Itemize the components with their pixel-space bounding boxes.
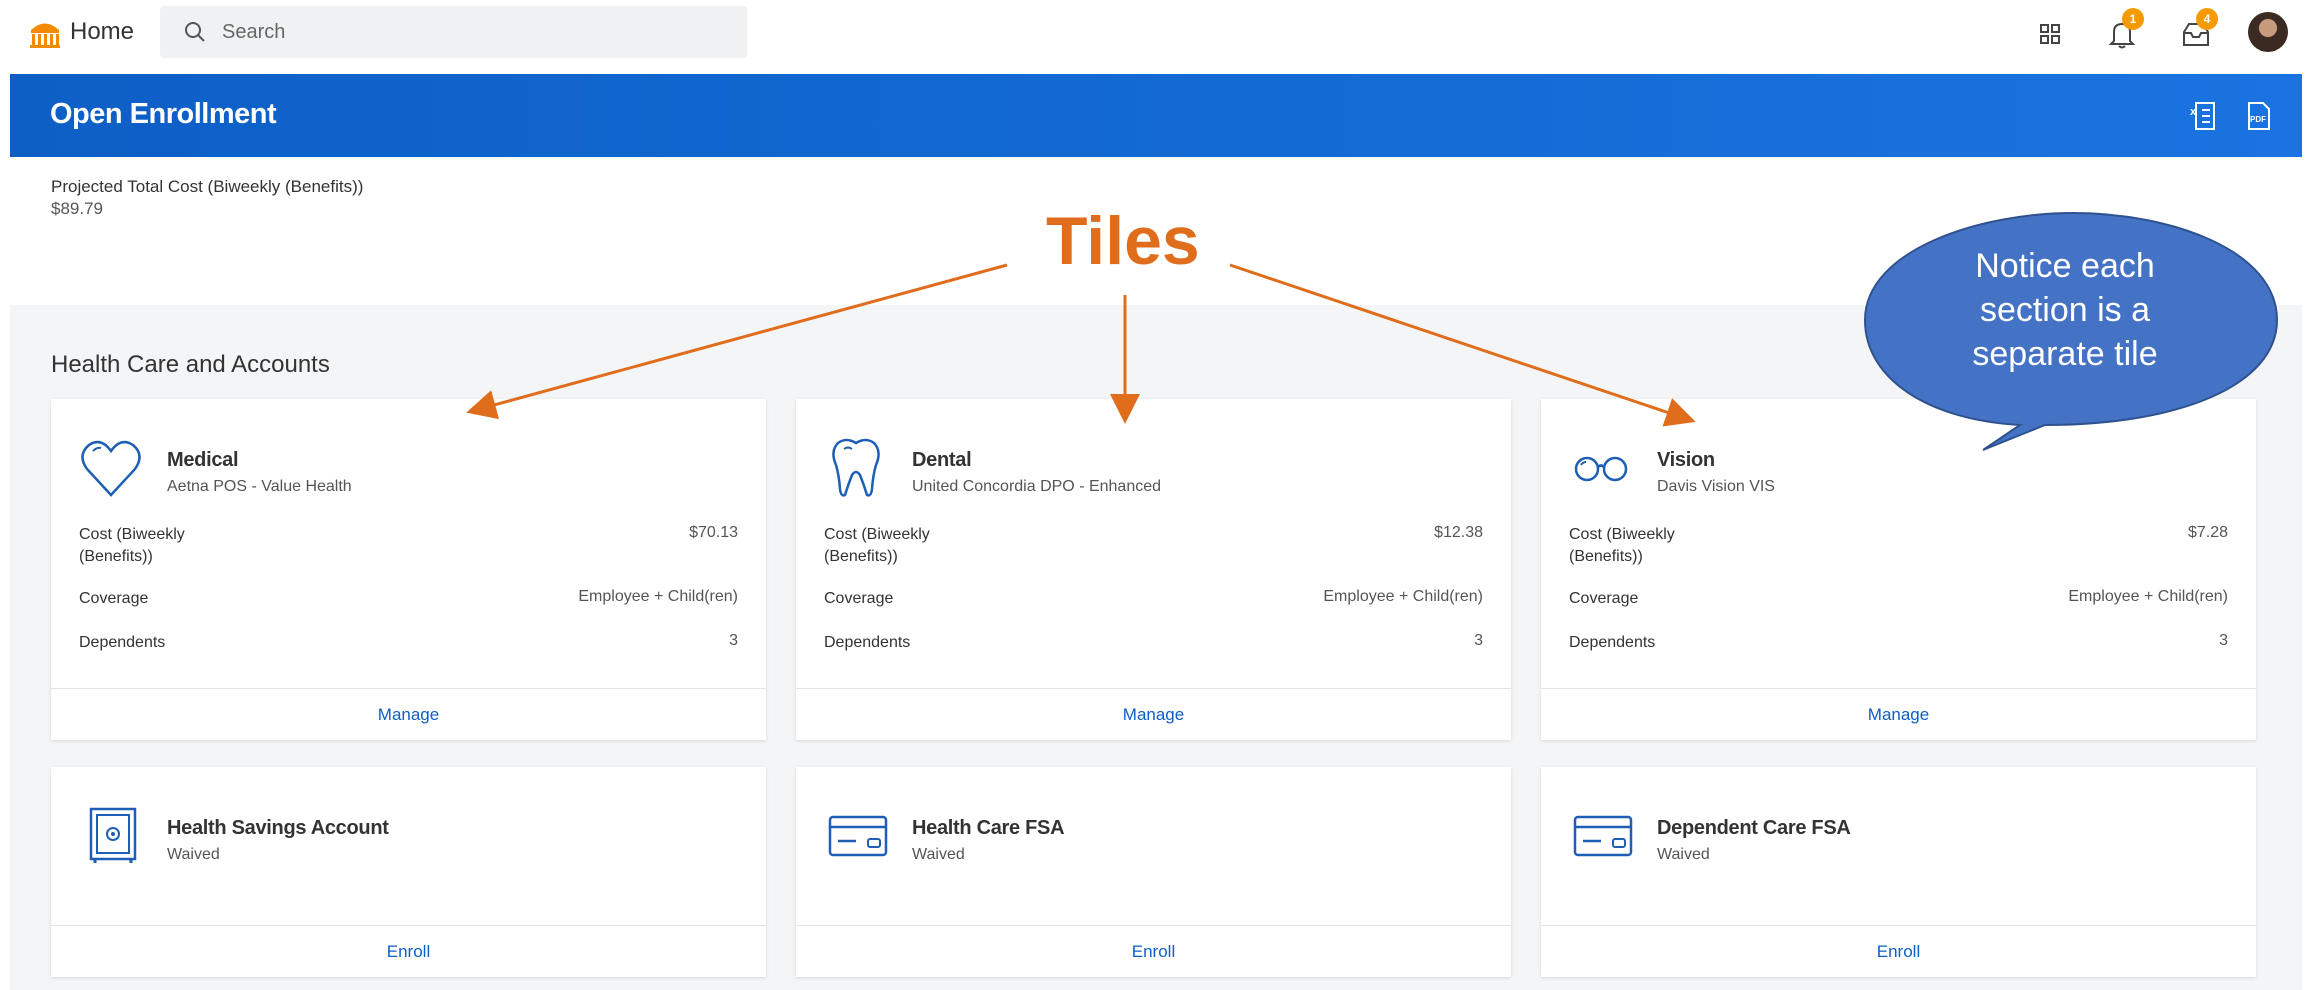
tile-dependent-care-fsa: Dependent Care FSA Waived Enroll <box>1541 767 2256 977</box>
tile-status: Waived <box>1657 846 1710 863</box>
search-box[interactable] <box>160 6 747 58</box>
notifications-badge: 1 <box>2122 8 2144 30</box>
credit-card-icon <box>824 805 888 867</box>
tile-status: Waived <box>912 846 965 863</box>
inbox-badge: 4 <box>2196 8 2218 30</box>
manage-vision-button[interactable]: Manage <box>1541 688 2256 740</box>
dependents-label: Dependents <box>824 634 911 651</box>
health-care-section: Health Care and Accounts Medical Aetna P… <box>10 305 2302 990</box>
callout-line: section is a <box>1979 291 2151 329</box>
manage-medical-button[interactable]: Manage <box>51 688 766 740</box>
pdf-export-button[interactable]: PDF <box>2244 100 2274 132</box>
callout-line: separate tile <box>1972 335 2158 373</box>
apps-grid-icon <box>2040 24 2060 44</box>
home-link[interactable]: Home <box>28 12 134 52</box>
excel-export-button[interactable]: x <box>2188 100 2218 132</box>
tile-title: Vision <box>1657 449 1715 471</box>
tile-title: Dental <box>912 449 972 471</box>
dependents-value: 3 <box>2219 632 2228 649</box>
cost-label-cont: (Benefits)) <box>1569 548 1643 565</box>
svg-text:PDF: PDF <box>2250 115 2266 124</box>
tile-plan: United Concordia DPO - Enhanced <box>912 478 1162 495</box>
projected-cost-label: Projected Total Cost (Biweekly (Benefits… <box>51 177 364 196</box>
coverage-value: Employee + Child(ren) <box>578 588 738 605</box>
coverage-label: Coverage <box>1569 590 1639 607</box>
tile-medical: Medical Aetna POS - Value Health Cost (B… <box>51 399 766 740</box>
apps-button[interactable] <box>2030 14 2070 54</box>
enroll-health-care-fsa-button[interactable]: Enroll <box>796 925 1511 977</box>
cost-label: Cost (Biweekly <box>1569 526 1675 543</box>
cost-value: $70.13 <box>689 524 738 541</box>
coverage-value: Employee + Child(ren) <box>2068 588 2228 605</box>
projected-cost-value: $89.79 <box>51 199 103 218</box>
tooth-icon <box>824 437 888 499</box>
cost-value: $12.38 <box>1434 524 1483 541</box>
svg-text:x: x <box>2190 106 2197 118</box>
user-avatar[interactable] <box>2248 12 2288 52</box>
callout-text: Notice each section is a separate tile <box>1940 244 2190 376</box>
coverage-value: Employee + Child(ren) <box>1323 588 1483 605</box>
cost-label-cont: (Benefits)) <box>824 548 898 565</box>
manage-dental-button[interactable]: Manage <box>796 688 1511 740</box>
tile-title: Health Savings Account <box>167 817 389 839</box>
page-title: Open Enrollment <box>50 98 277 130</box>
heart-icon <box>79 437 143 499</box>
page-header-banner: Open Enrollment x PDF <box>10 74 2302 157</box>
tile-health-care-fsa: Health Care FSA Waived Enroll <box>796 767 1511 977</box>
coverage-label: Coverage <box>79 590 149 607</box>
tile-plan: Davis Vision VIS <box>1657 478 1775 495</box>
tile-title: Health Care FSA <box>912 817 1065 839</box>
home-logo-icon <box>30 23 60 48</box>
home-label: Home <box>70 18 135 45</box>
excel-export-icon: x <box>2190 102 2215 130</box>
tile-health-savings-account: Health Savings Account Waived Enroll <box>51 767 766 977</box>
section-title: Health Care and Accounts <box>51 351 330 378</box>
cost-value: $7.28 <box>2187 524 2228 541</box>
dependents-label: Dependents <box>1569 634 1656 651</box>
cost-label-cont: (Benefits)) <box>79 548 153 565</box>
enroll-dependent-care-fsa-button[interactable]: Enroll <box>1541 925 2256 977</box>
cost-label: Cost (Biweekly <box>824 526 930 543</box>
tile-plan: Aetna POS - Value Health <box>167 478 352 495</box>
credit-card-icon <box>1569 805 1633 867</box>
inbox-button[interactable]: 4 <box>2176 8 2218 54</box>
dependents-value: 3 <box>729 632 738 649</box>
enroll-hsa-button[interactable]: Enroll <box>51 925 766 977</box>
tile-vision: Vision Davis Vision VIS Cost (Biweekly (B… <box>1541 399 2256 740</box>
pdf-export-icon: PDF <box>2248 102 2270 130</box>
glasses-icon <box>1569 437 1633 499</box>
search-input[interactable] <box>222 20 682 44</box>
dependents-label: Dependents <box>79 634 166 651</box>
cost-label: Cost (Biweekly <box>79 526 185 543</box>
tile-dental: Dental United Concordia DPO - Enhanced C… <box>796 399 1511 740</box>
notifications-button[interactable]: 1 <box>2102 8 2144 54</box>
tiles-annotation-label: Tiles <box>1046 203 1200 279</box>
tile-status: Waived <box>167 846 220 863</box>
dependents-value: 3 <box>1474 632 1483 649</box>
tile-title: Medical <box>167 449 239 471</box>
tile-title: Dependent Care FSA <box>1657 817 1851 839</box>
top-navigation-bar: Home 1 4 <box>0 0 2308 66</box>
search-icon <box>185 22 205 42</box>
safe-icon <box>79 805 143 867</box>
callout-line: Notice each <box>1975 247 2155 285</box>
coverage-label: Coverage <box>824 590 894 607</box>
